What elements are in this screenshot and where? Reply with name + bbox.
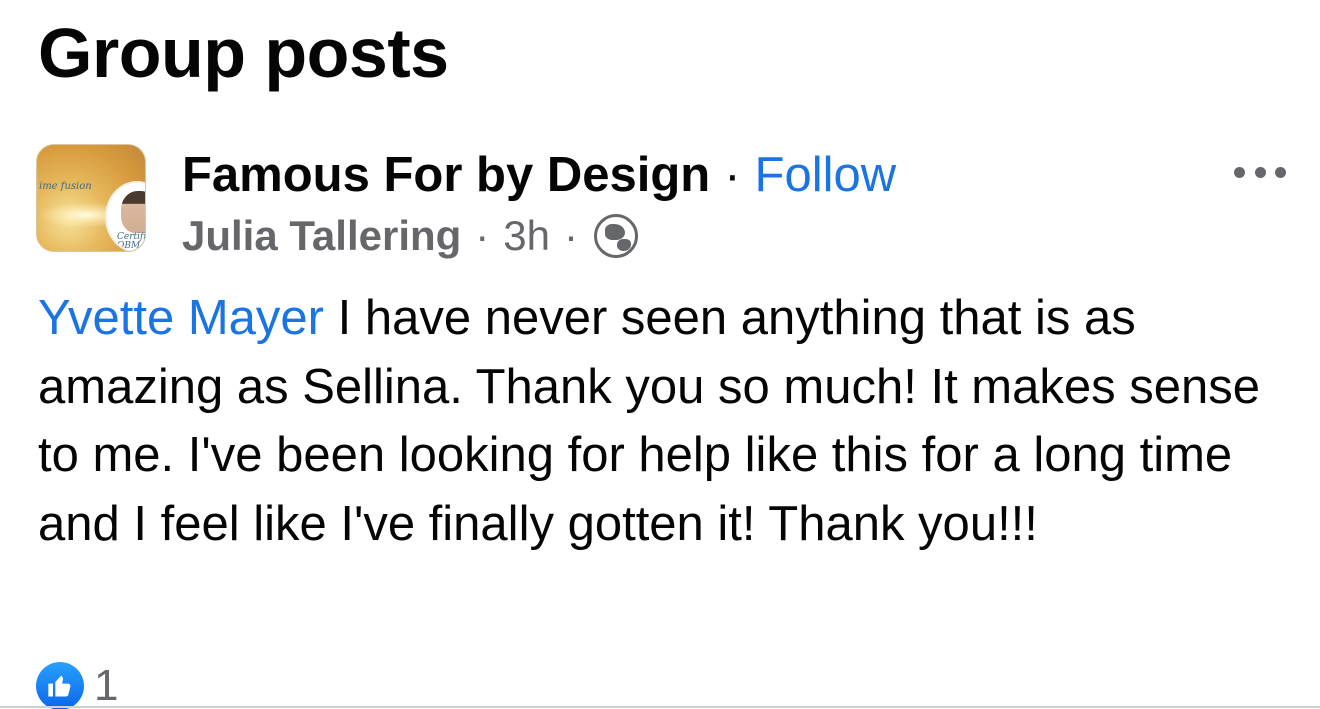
separator-dot: ·: [724, 148, 741, 202]
group-posts-section: Group posts ime fusion CertifiedOBM Famo…: [0, 0, 1320, 709]
group-name-link[interactable]: Famous For by Design: [182, 144, 710, 206]
avatar-badge: CertifiedOBM: [117, 232, 146, 251]
mention-link[interactable]: Yvette Mayer: [38, 291, 324, 345]
avatar-decoration: ime fusion: [39, 181, 92, 192]
follow-button[interactable]: Follow: [755, 144, 897, 206]
more-options-icon[interactable]: [1234, 162, 1286, 182]
separator-dot: ·: [475, 212, 490, 259]
dot-icon: [1275, 166, 1286, 178]
author-avatar[interactable]: CertifiedOBM: [105, 181, 146, 251]
separator-dot: ·: [564, 212, 579, 259]
author-name-link[interactable]: Julia Tallering: [182, 212, 461, 260]
group-avatar[interactable]: ime fusion CertifiedOBM: [36, 144, 146, 252]
globe-icon: [594, 214, 639, 258]
like-count: 1: [94, 661, 119, 709]
post-text: Yvette Mayer I have never seen anything …: [38, 284, 1288, 558]
dot-icon: [1254, 166, 1266, 178]
post-timestamp[interactable]: 3h: [503, 212, 550, 260]
post-header: ime fusion CertifiedOBM Famous For by De…: [36, 140, 1286, 270]
like-icon: [36, 662, 84, 709]
dot-icon: [1234, 166, 1245, 178]
divider: [0, 706, 1320, 708]
thumbs-up-glyph: [48, 675, 71, 697]
post-meta-line: Julia Tallering · 3h ·: [182, 208, 639, 264]
section-title: Group posts: [38, 14, 449, 92]
post-title-line: Famous For by Design · Follow: [182, 144, 896, 206]
reaction-summary[interactable]: 1: [36, 661, 119, 709]
author-photo: [121, 191, 145, 233]
